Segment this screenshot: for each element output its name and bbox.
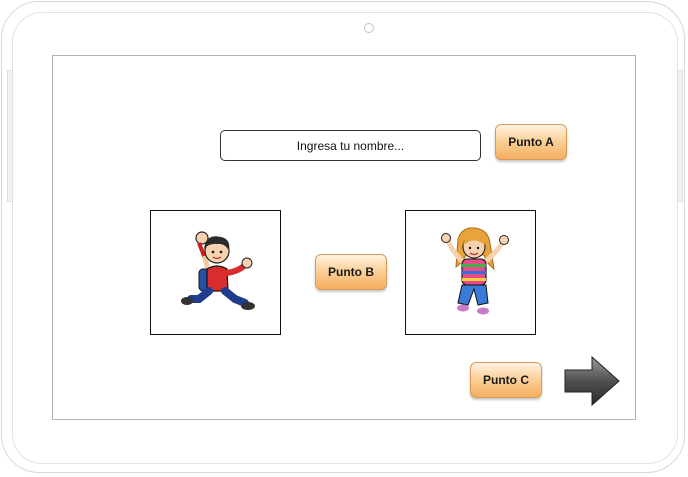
boy-character-icon xyxy=(181,231,255,310)
punto-b-button[interactable]: Punto B xyxy=(315,254,387,290)
punto-c-button[interactable]: Punto C xyxy=(470,362,542,398)
punto-b-label: Punto B xyxy=(328,265,374,279)
name-input[interactable] xyxy=(220,130,481,161)
boy-image[interactable] xyxy=(150,210,281,335)
punto-a-button[interactable]: Punto A xyxy=(495,124,567,160)
camera-icon xyxy=(364,23,374,33)
screen xyxy=(52,55,636,420)
side-key-right xyxy=(677,70,683,202)
girl-character-icon xyxy=(441,227,509,315)
next-arrow-button[interactable] xyxy=(562,354,622,408)
arrow-right-icon xyxy=(564,355,620,407)
punto-a-label: Punto A xyxy=(508,135,554,149)
side-key-left xyxy=(7,70,13,202)
punto-c-label: Punto C xyxy=(483,373,529,387)
girl-image[interactable] xyxy=(405,210,536,335)
